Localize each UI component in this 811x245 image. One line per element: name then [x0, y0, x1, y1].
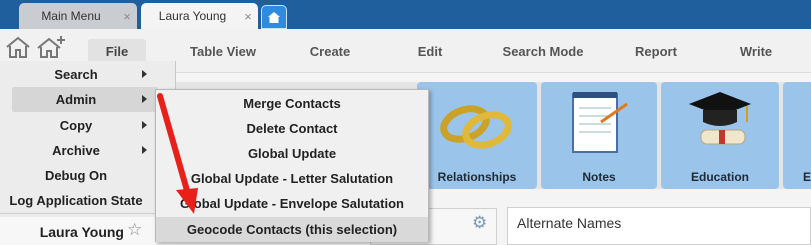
tab-laura-young[interactable]: Laura Young × — [141, 3, 258, 29]
menu-item-label: Copy — [59, 118, 93, 133]
tile-label: E — [803, 170, 811, 184]
tab-strip: Main Menu × Laura Young × — [0, 0, 811, 29]
search-mode-button[interactable]: Search Mode — [495, 39, 591, 64]
menu-item-label: Log Application State — [9, 193, 143, 208]
admin-submenu: Merge Contacts Delete Contact Global Upd… — [155, 89, 429, 242]
menu-item-label: Debug On — [44, 168, 108, 183]
submenu-arrow-icon — [142, 70, 147, 78]
tile-label: Education — [690, 170, 749, 184]
report-button[interactable]: Report — [628, 39, 684, 64]
app-window: Main Menu × Laura Young × File Table Vie… — [0, 0, 811, 245]
tile-notes[interactable]: Notes — [541, 82, 657, 189]
submenu-arrow-icon — [142, 146, 147, 154]
menu-item-label: Search — [54, 67, 98, 82]
write-button[interactable]: Write — [732, 39, 780, 64]
tab-main-menu[interactable]: Main Menu × — [19, 3, 137, 29]
home-icons — [4, 35, 66, 59]
submenu-item-merge-contacts[interactable]: Merge Contacts — [156, 91, 428, 116]
gear-icon[interactable]: ⚙ — [472, 213, 487, 233]
menu-item-label: Archive — [52, 143, 100, 158]
submenu-item-envelope-salutation[interactable]: Global Update - Envelope Salutation — [156, 191, 428, 216]
submenu-arrow-icon — [142, 95, 147, 103]
tab-label: Main Menu — [41, 9, 101, 23]
close-icon[interactable]: × — [238, 9, 258, 24]
menu-item-debug-on[interactable]: Debug On — [0, 163, 176, 188]
create-button[interactable]: Create — [302, 39, 358, 64]
rings-icon — [440, 105, 512, 149]
table-view-button[interactable]: Table View — [180, 39, 266, 64]
submenu-item-geocode-contacts[interactable]: Geocode Contacts (this selection) — [156, 217, 428, 242]
tile-relationships[interactable]: Relationships — [417, 82, 537, 189]
file-menu: Search Admin Copy Archive Debug On Log A… — [0, 61, 176, 245]
current-record-row: Laura Young ☆ — [0, 217, 176, 245]
menu-divider — [0, 213, 176, 214]
tile-label: Notes — [582, 170, 616, 184]
tile-label: Relationships — [437, 170, 517, 184]
menu-item-archive[interactable]: Archive — [0, 138, 176, 163]
home-icon[interactable] — [4, 35, 32, 59]
alternate-names-panel: Alternate Names — [507, 207, 811, 245]
close-icon[interactable]: × — [117, 9, 137, 24]
add-home-icon[interactable] — [36, 35, 66, 59]
menu-item-log-application-state[interactable]: Log Application State — [0, 188, 176, 213]
record-name: Laura Young — [39, 224, 124, 240]
tile-education[interactable]: Education — [661, 82, 779, 189]
menu-item-search[interactable]: Search — [0, 62, 176, 87]
notepad-icon — [572, 92, 628, 153]
panel-title: Alternate Names — [517, 215, 622, 231]
home-icon — [268, 11, 280, 23]
star-icon[interactable]: ☆ — [127, 220, 142, 240]
menu-item-label: Admin — [55, 92, 97, 107]
submenu-item-letter-salutation[interactable]: Global Update - Letter Salutation — [156, 166, 428, 191]
tab-label: Laura Young — [158, 9, 227, 23]
home-tab-button[interactable] — [261, 5, 287, 29]
graduation-cap-icon — [689, 92, 751, 145]
edit-button[interactable]: Edit — [409, 39, 451, 64]
menu-item-copy[interactable]: Copy — [0, 113, 176, 138]
submenu-arrow-icon — [142, 121, 147, 129]
submenu-item-global-update[interactable]: Global Update — [156, 141, 428, 166]
submenu-item-delete-contact[interactable]: Delete Contact — [156, 116, 428, 141]
menu-item-admin[interactable]: Admin — [12, 87, 158, 112]
tile-partial[interactable]: E — [783, 82, 811, 189]
